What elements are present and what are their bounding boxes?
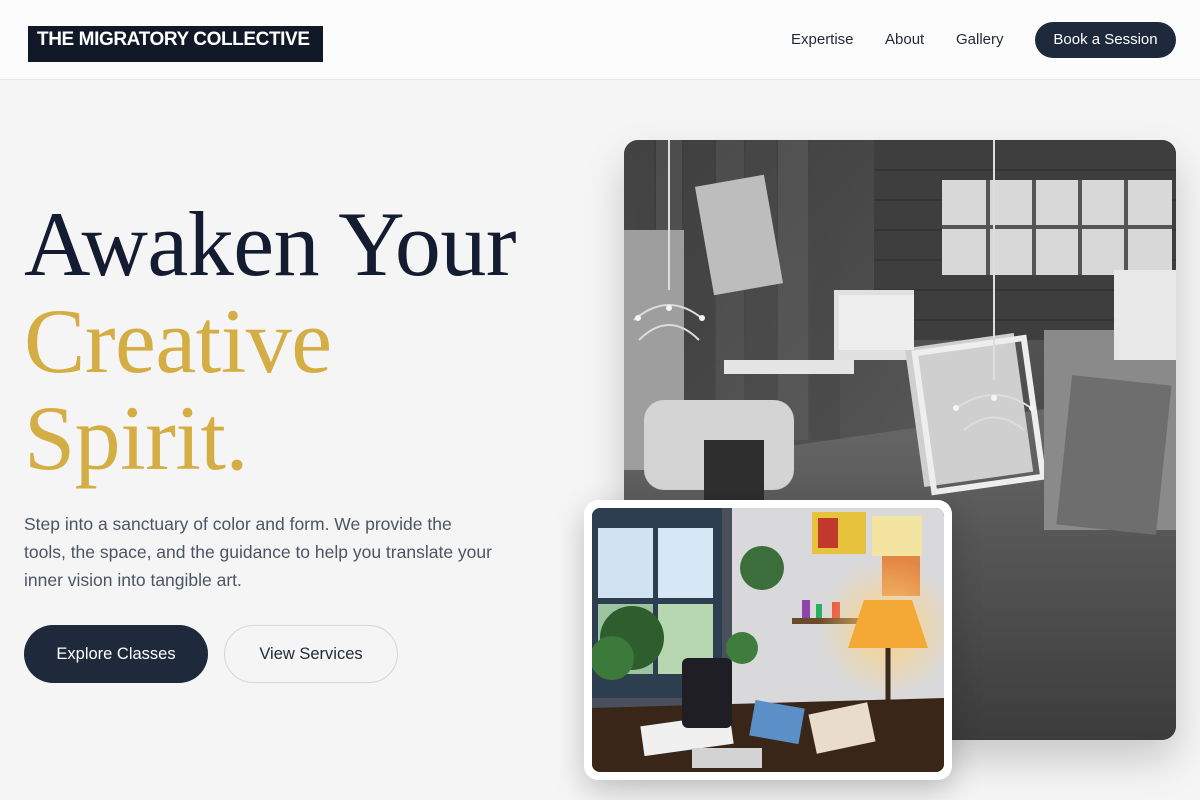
book-session-button[interactable]: Book a Session [1035, 22, 1176, 58]
explore-classes-button[interactable]: Explore Classes [24, 625, 208, 683]
nav-link-gallery[interactable]: Gallery [956, 31, 1004, 49]
hero-title-line-2: Creative [24, 290, 332, 392]
nav-link-expertise[interactable]: Expertise [791, 31, 854, 49]
hero-subtitle: Step into a sanctuary of color and form.… [24, 514, 492, 590]
brand-logo[interactable]: THE MIGRATORY COLLECTIVE [28, 26, 323, 62]
hero-title-line-1: Awaken Your [24, 193, 517, 295]
studio-photo-inset-frame [584, 500, 952, 780]
hero-title: Awaken Your Creative Spirit. [24, 193, 517, 489]
hero-title-line-3: Spirit. [24, 387, 248, 489]
view-services-button[interactable]: View Services [224, 625, 398, 683]
site-header: THE MIGRATORY COLLECTIVE Expertise About… [0, 0, 1200, 80]
nav-link-about[interactable]: About [885, 31, 924, 49]
studio-photo-inset-image [592, 508, 944, 772]
